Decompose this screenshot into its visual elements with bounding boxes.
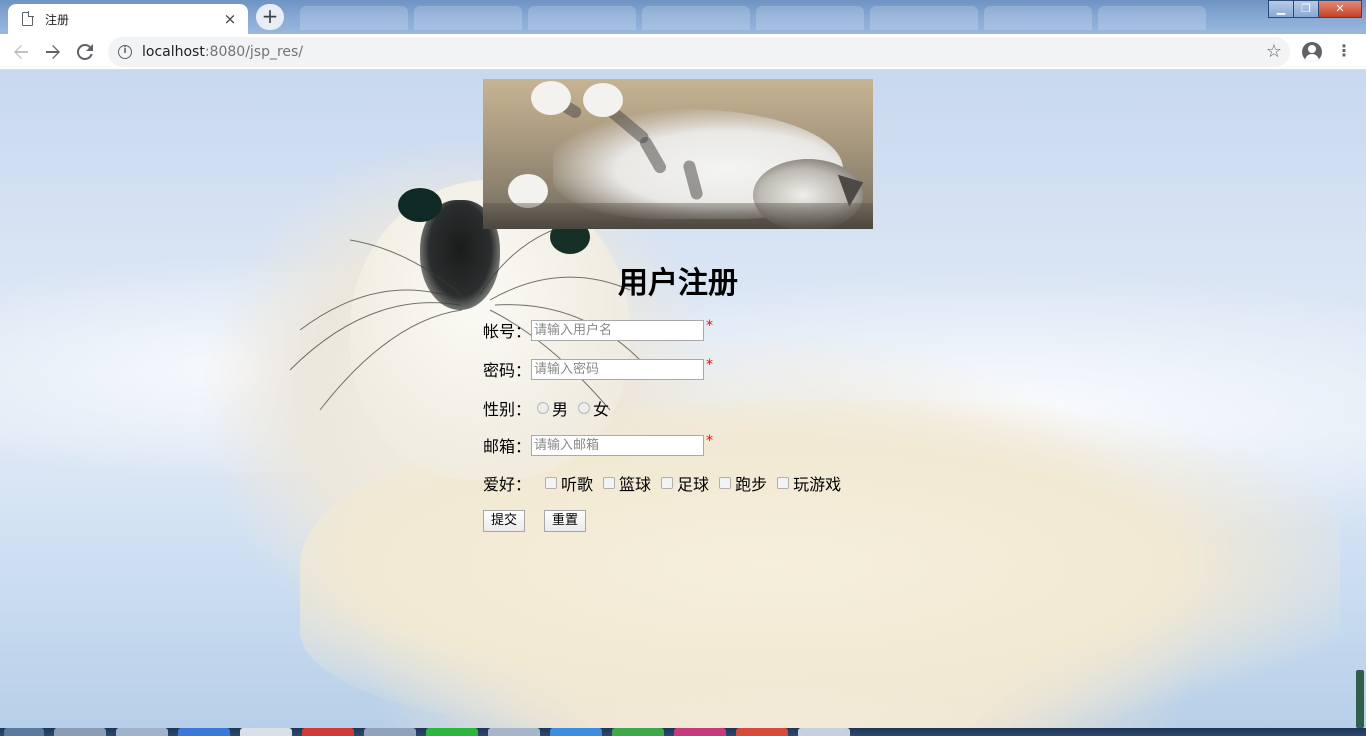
gender-female-label[interactable]: 女 — [593, 396, 609, 420]
username-row: 帐号： * — [483, 318, 713, 342]
star-icon[interactable]: ☆ — [1266, 41, 1282, 62]
background-tab[interactable] — [984, 6, 1092, 30]
taskbar-item[interactable] — [736, 728, 788, 736]
tab-strip: 注册 × + ▁ ❐ ✕ — [0, 0, 1366, 34]
window-controls: ▁ ❐ ✕ — [1268, 0, 1362, 18]
button-row: 提交 重置 — [483, 509, 587, 533]
browser-toolbar: i localhost:8080/jsp_res/ ☆ ⋮ — [0, 34, 1366, 70]
hobby-running-label[interactable]: 跑步 — [735, 471, 767, 495]
hobby-label: 爱好： — [483, 475, 532, 494]
background-tab[interactable] — [528, 6, 636, 30]
hobby-basketball-checkbox[interactable] — [603, 477, 616, 489]
submit-button[interactable]: 提交 — [483, 510, 526, 532]
taskbar-item[interactable] — [4, 728, 44, 736]
email-input[interactable] — [531, 434, 705, 456]
hobby-gaming-checkbox[interactable] — [777, 477, 790, 489]
reload-icon[interactable] — [69, 36, 101, 68]
password-label: 密码： — [483, 361, 532, 380]
profile-icon[interactable] — [1302, 42, 1322, 62]
background-tab[interactable] — [642, 6, 750, 30]
kitten-banner-image — [483, 79, 873, 229]
background-tab[interactable] — [870, 6, 978, 30]
hobby-basketball-label[interactable]: 篮球 — [619, 471, 651, 495]
username-input[interactable] — [531, 319, 705, 341]
minimize-button[interactable]: ▁ — [1268, 0, 1294, 18]
gender-female-radio[interactable] — [578, 402, 591, 414]
taskbar-item[interactable] — [302, 728, 354, 736]
hobby-football-checkbox[interactable] — [661, 477, 674, 489]
page-title: 用户注册 — [618, 266, 738, 301]
required-mark: * — [706, 357, 714, 373]
password-row: 密码： * — [483, 357, 713, 381]
reset-button[interactable]: 重置 — [544, 510, 587, 532]
maximize-button[interactable]: ❐ — [1293, 0, 1319, 18]
background-tab[interactable] — [300, 6, 408, 30]
taskbar-item[interactable] — [674, 728, 726, 736]
email-row: 邮箱： * — [483, 433, 713, 457]
email-label: 邮箱： — [483, 437, 532, 456]
background-tab[interactable] — [414, 6, 522, 30]
back-icon[interactable] — [5, 36, 37, 68]
taskbar-item[interactable] — [426, 728, 478, 736]
password-input[interactable] — [531, 358, 705, 380]
scrollbar[interactable] — [1356, 670, 1364, 728]
taskbar-item[interactable] — [488, 728, 540, 736]
plus-icon[interactable]: + — [256, 4, 284, 30]
taskbar-item[interactable] — [798, 728, 850, 736]
taskbar-item[interactable] — [612, 728, 664, 736]
hobby-football-label[interactable]: 足球 — [677, 471, 709, 495]
taskbar-item[interactable] — [116, 728, 168, 736]
gender-male-label[interactable]: 男 — [552, 396, 568, 420]
taskbar-item[interactable] — [178, 728, 230, 736]
gender-label: 性别： — [483, 400, 532, 419]
url-path: :8080/jsp_res/ — [204, 44, 304, 60]
tab-title: 注册 — [45, 12, 70, 27]
active-tab[interactable]: 注册 × — [8, 4, 248, 34]
url-host: localhost — [142, 44, 205, 60]
document-icon — [22, 11, 34, 26]
address-bar[interactable]: i localhost:8080/jsp_res/ ☆ — [108, 37, 1290, 67]
menu-icon[interactable]: ⋮ — [1336, 42, 1352, 62]
hobby-row: 爱好： 听歌 篮球 足球 跑步 玩游戏 — [483, 471, 841, 495]
hobby-running-checkbox[interactable] — [719, 477, 732, 489]
taskbar-item[interactable] — [364, 728, 416, 736]
username-label: 帐号： — [483, 322, 532, 341]
os-taskbar — [0, 728, 1366, 736]
hobby-music-checkbox[interactable] — [545, 477, 558, 489]
background-tab[interactable] — [756, 6, 864, 30]
close-icon[interactable]: × — [222, 11, 238, 27]
background-tab[interactable] — [1098, 6, 1206, 30]
gender-row: 性别： 男 女 — [483, 396, 609, 420]
close-window-button[interactable]: ✕ — [1318, 0, 1362, 18]
taskbar-item[interactable] — [240, 728, 292, 736]
hobby-music-label[interactable]: 听歌 — [561, 471, 593, 495]
required-mark: * — [706, 318, 714, 334]
gender-male-radio[interactable] — [537, 402, 550, 414]
required-mark: * — [706, 433, 714, 449]
forward-icon[interactable] — [37, 36, 69, 68]
taskbar-item[interactable] — [550, 728, 602, 736]
info-icon[interactable]: i — [118, 45, 132, 59]
taskbar-item[interactable] — [54, 728, 106, 736]
hobby-gaming-label[interactable]: 玩游戏 — [793, 471, 841, 495]
